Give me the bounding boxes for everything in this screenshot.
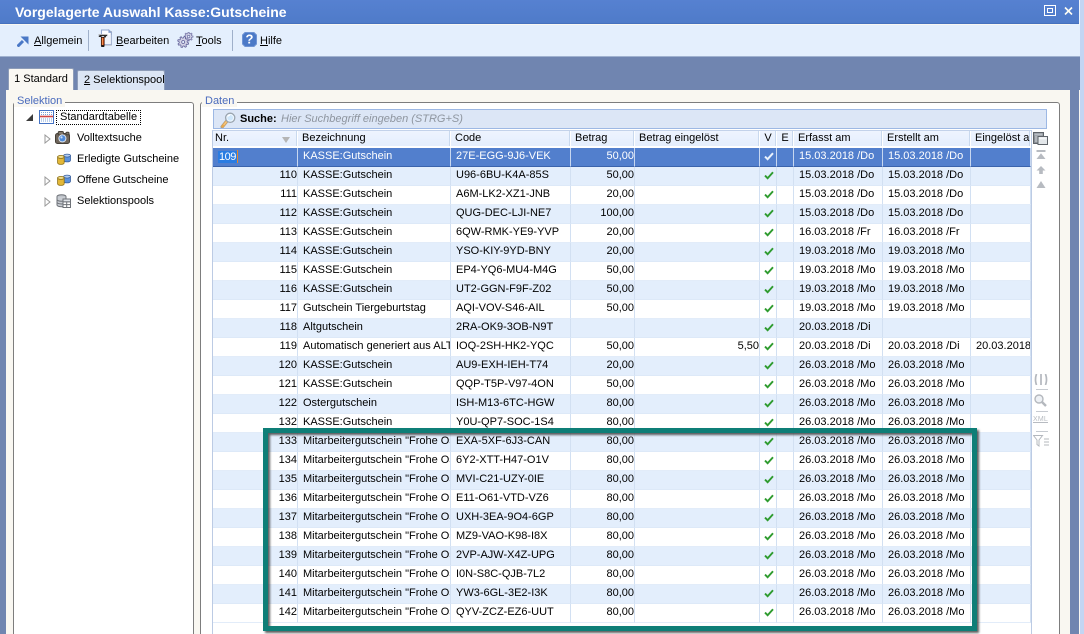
svg-text:?: ? <box>246 32 254 47</box>
